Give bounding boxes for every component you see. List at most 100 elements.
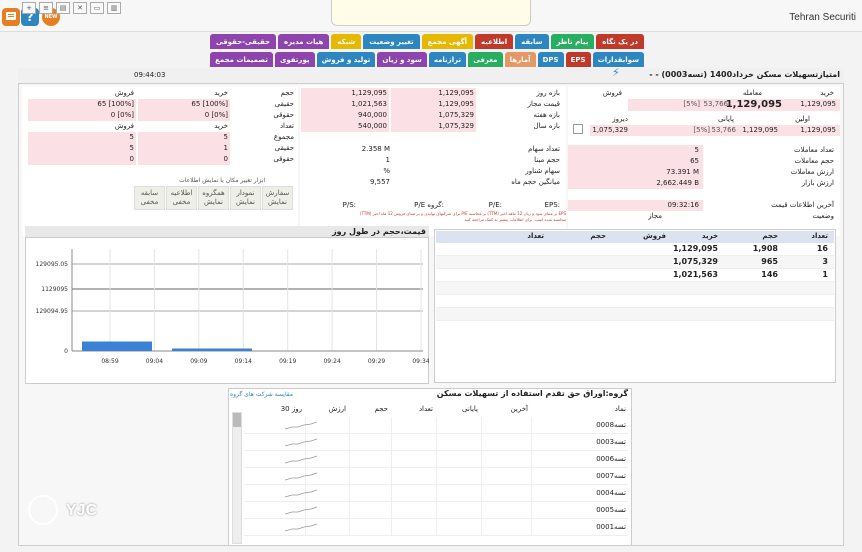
layout-tool-button[interactable]: سفارش نمایش xyxy=(262,186,293,210)
layout-tool-button[interactable]: اطلاعیه مخفی xyxy=(166,186,197,210)
list-icon[interactable]: ≡ xyxy=(39,2,53,14)
sparkline-30d xyxy=(284,421,318,430)
trades-count-value: 5 xyxy=(694,146,699,154)
group-symbol[interactable]: تسه0001 xyxy=(596,522,626,533)
y-tick-label: 129095.05 xyxy=(36,261,69,268)
x-tick-label: 08:59 xyxy=(101,358,118,365)
tab-tabs_row1-4[interactable]: آگهی مجمع xyxy=(421,34,474,49)
tab-tabs_row1-5[interactable]: تغییر وضعیت xyxy=(363,34,420,49)
group-row[interactable]: تسه0006 xyxy=(244,451,628,468)
tab-tabs_row2-4[interactable]: معرفی xyxy=(468,52,503,67)
group-symbol[interactable]: تسه0004 xyxy=(596,488,626,499)
client-type-label: حقیقی xyxy=(274,100,294,108)
chat-icon[interactable] xyxy=(2,8,20,26)
group-col-sep xyxy=(531,434,532,451)
group-col-sep xyxy=(391,485,392,502)
orderbook-header-cell: حجم xyxy=(762,232,778,240)
tab-tabs_row1-0[interactable]: در یک نگاه xyxy=(596,34,644,49)
tab-tabs_row1-2[interactable]: سابقه xyxy=(515,34,549,49)
group-col-sep xyxy=(531,451,532,468)
tab-tabs_row1-7[interactable]: هیات مدیره xyxy=(278,34,330,49)
print-icon[interactable]: ▭ xyxy=(90,2,104,14)
group-row[interactable]: تسه0008 xyxy=(244,417,628,434)
tab-tabs_row1-8[interactable]: حقیقی-حقوقی xyxy=(210,34,277,49)
tab-tabs_row2-7[interactable]: تولید و فروش xyxy=(316,52,376,67)
orderbook-row: 16 1,908 1,129,095 xyxy=(436,243,834,256)
group-col-sep xyxy=(391,519,392,536)
stock-info-value: 9,557 xyxy=(369,178,390,186)
tab-tabs_row2-9[interactable]: تصمیمات مجمع xyxy=(210,52,273,67)
orderbook-header-cell: فروش xyxy=(643,232,666,240)
orderbook-header-cell: حجم xyxy=(590,232,606,240)
range-value-b: 1,021,563 xyxy=(301,99,389,110)
calendar-icon[interactable] xyxy=(573,124,583,134)
y-tick-label: 0 xyxy=(64,348,68,355)
group-symbol[interactable]: تسه0005 xyxy=(596,505,626,516)
group-col-sep xyxy=(436,434,437,451)
tab-tabs_row2-3[interactable]: آمارها xyxy=(504,52,536,67)
range-label: بازه سال xyxy=(533,122,560,130)
tab-tabs_row2-8[interactable]: پورتفوی xyxy=(274,52,315,67)
tab-tabs_row2-1[interactable]: EPS xyxy=(565,52,591,67)
group-row[interactable]: تسه0005 xyxy=(244,502,628,519)
ranges-list: بازه روز 1,129,095 1,129,095 قیمت مجاز 1,129… xyxy=(300,88,566,132)
tab-tabs_row1-3[interactable]: اطلاعیه xyxy=(475,34,514,49)
tab-tabs_row2-6[interactable]: سود و زیان xyxy=(377,52,427,67)
tab-tabs_row2-5[interactable]: ترازنامه xyxy=(428,52,467,67)
doc-icon[interactable]: ▤ xyxy=(56,2,70,14)
orderbook-volume: 1,908 xyxy=(752,244,778,253)
layout-tool-label: نمودار xyxy=(236,189,255,197)
client-type-buy: 1 xyxy=(138,143,230,154)
stock-info-label: حجم مبنا xyxy=(534,156,560,164)
group-scrollbar[interactable] xyxy=(232,412,242,544)
stock-info-label: تعداد سهام xyxy=(528,145,560,153)
group-symbol[interactable]: تسه0003 xyxy=(596,437,626,448)
group-col-sep xyxy=(436,468,437,485)
group-col-sep xyxy=(436,417,437,434)
bar-chart-icon[interactable]: ▥ xyxy=(107,2,121,14)
tab-tabs_row2-2[interactable]: DPS xyxy=(537,52,564,67)
group-symbol[interactable]: تسه0007 xyxy=(596,471,626,482)
tools-icon[interactable]: ✕ xyxy=(73,2,87,14)
orderbook-header-cell: خرید xyxy=(701,232,718,240)
client-types-table: حجم خرید فروش حقیقی 65 [100%] 65 [100%] حقوقی 0… xyxy=(22,88,298,165)
client-type-buy: 5 xyxy=(138,132,230,143)
layout-tool-button[interactable]: سابقه مخفی xyxy=(134,186,165,210)
range-value-b: 540,000 xyxy=(301,121,389,132)
group-scrollbar-thumb[interactable] xyxy=(233,413,241,427)
quote-first-value: 1,129,095 xyxy=(800,126,836,134)
layout-tool-state: نمایش xyxy=(203,198,223,206)
y-tick-label: 1129095 xyxy=(41,286,68,293)
client-type-label: تعداد xyxy=(279,122,294,130)
quote-first-label: اولین xyxy=(795,115,810,123)
layout-tool-button[interactable]: نمودار نمایش xyxy=(230,186,261,210)
sparkline-30d xyxy=(284,523,318,532)
chart-title: قیمت،حجم در طول روز xyxy=(332,227,426,236)
group-compare-link[interactable]: مقایسه شرکت های گروه xyxy=(230,391,293,398)
group-row[interactable]: تسه0001 xyxy=(244,519,628,536)
trade-volume-value: 65 xyxy=(690,157,699,165)
range-value-a: 1,075,329 xyxy=(391,110,476,121)
group-header-cell: 30 روز xyxy=(280,405,302,413)
group-symbol[interactable]: تسه0006 xyxy=(596,454,626,465)
x-tick-label: 09:34 xyxy=(412,358,429,365)
stock-info-list: تعداد سهام 2.358 M حجم مبنا 1 سهام شناور% میا… xyxy=(300,144,566,188)
status-value: مجاز xyxy=(648,212,662,220)
tab-tabs_row1-6[interactable]: شبکه xyxy=(331,34,362,49)
quote-deal-value: 1,129,095 xyxy=(725,99,782,110)
group-row[interactable]: تسه0007 xyxy=(244,468,628,485)
group-col-sep xyxy=(436,502,437,519)
group-row[interactable]: تسه0004 xyxy=(244,485,628,502)
group-symbol[interactable]: تسه0008 xyxy=(596,420,626,431)
client-type-label: حقیقی xyxy=(274,144,294,152)
client-type-sell: فروش xyxy=(114,89,134,97)
tab-tabs_row2-0[interactable]: سوابقدارات xyxy=(592,52,644,67)
sparkline-30d xyxy=(284,489,318,498)
layout-tool-label: همگروه xyxy=(202,189,225,197)
tab-tabs_row1-1[interactable]: پیام ناظر xyxy=(550,34,595,49)
add-icon[interactable]: + xyxy=(22,2,36,14)
layout-tool-button[interactable]: همگروه نمایش xyxy=(198,186,229,210)
group-row[interactable]: تسه0003 xyxy=(244,434,628,451)
stock-info-label: میانگین حجم ماه xyxy=(511,178,560,186)
lightning-icon: ⚡ xyxy=(612,66,620,79)
